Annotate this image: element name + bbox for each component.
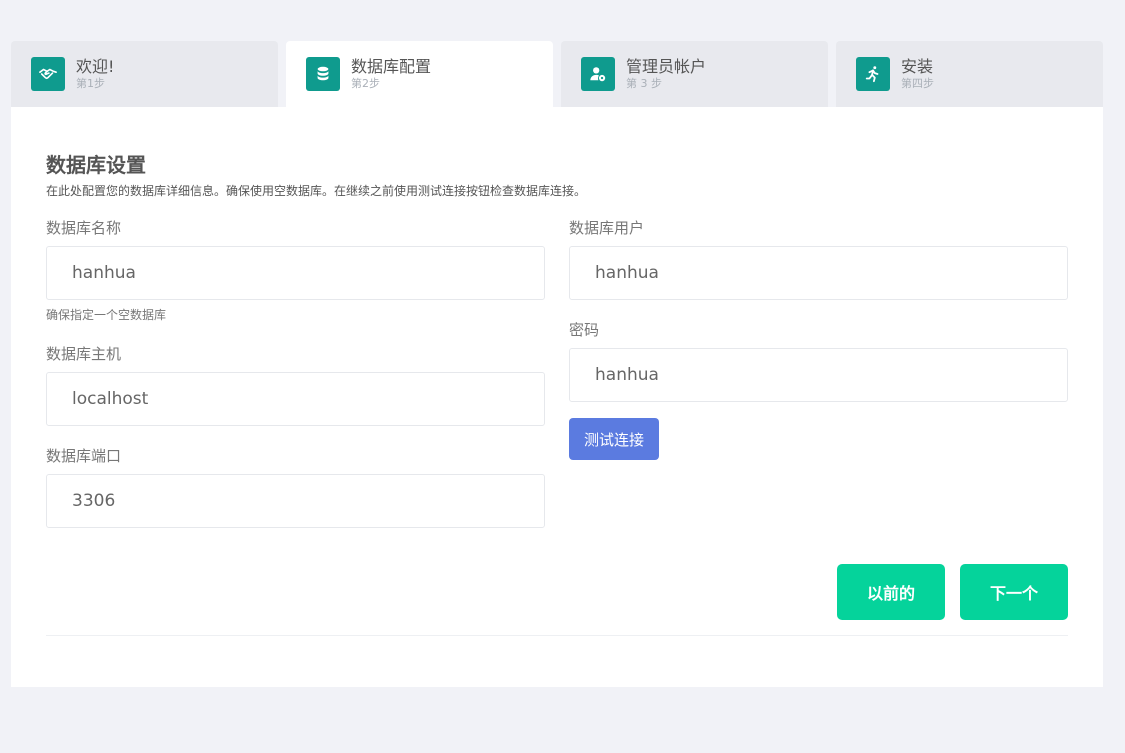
db-name-input[interactable] [46, 246, 545, 300]
step-welcome[interactable]: 欢迎! 第1步 [11, 41, 278, 107]
step-number: 第1步 [76, 77, 105, 90]
step-title: 安装 [901, 57, 934, 76]
db-host-label: 数据库主机 [46, 345, 122, 363]
step-install[interactable]: 安装 第四步 [836, 41, 1103, 107]
running-icon [856, 57, 890, 91]
db-password-label: 密码 [569, 321, 600, 339]
next-button[interactable]: 下一个 [960, 564, 1068, 620]
step-number: 第2步 [351, 77, 380, 90]
db-name-label: 数据库名称 [46, 219, 122, 237]
section-title: 数据库设置 [46, 153, 146, 177]
step-number: 第四步 [901, 77, 934, 90]
step-database-config[interactable]: 数据库配置 第2步 [286, 41, 553, 107]
db-user-label: 数据库用户 [569, 219, 645, 237]
db-host-input[interactable] [46, 372, 545, 426]
database-settings-panel: 数据库设置 在此处配置您的数据库详细信息。确保使用空数据库。在继续之前使用测试连… [11, 107, 1103, 687]
db-port-label: 数据库端口 [46, 447, 122, 465]
step-title: 管理员帐户 [626, 57, 707, 76]
step-title: 欢迎! [76, 57, 115, 76]
test-connection-button[interactable]: 测试连接 [569, 418, 659, 460]
db-name-help: 确保指定一个空数据库 [46, 308, 167, 322]
database-icon [306, 57, 340, 91]
section-description: 在此处配置您的数据库详细信息。确保使用空数据库。在继续之前使用测试连接按钮检查数… [46, 184, 587, 198]
handshake-icon [31, 57, 65, 91]
step-admin-account[interactable]: 管理员帐户 第 3 步 [561, 41, 828, 107]
step-title: 数据库配置 [351, 57, 432, 76]
previous-button[interactable]: 以前的 [837, 564, 945, 620]
install-wizard: 欢迎! 第1步 数据库配置 第2步 管理员帐户 第 3 步 安装 第四步 数据库… [11, 41, 1103, 687]
user-admin-icon [581, 57, 615, 91]
divider [46, 635, 1068, 636]
db-password-input[interactable] [569, 348, 1068, 402]
wizard-steps: 欢迎! 第1步 数据库配置 第2步 管理员帐户 第 3 步 安装 第四步 [11, 41, 1103, 107]
db-port-input[interactable] [46, 474, 545, 528]
db-user-input[interactable] [569, 246, 1068, 300]
step-number: 第 3 步 [626, 77, 662, 90]
